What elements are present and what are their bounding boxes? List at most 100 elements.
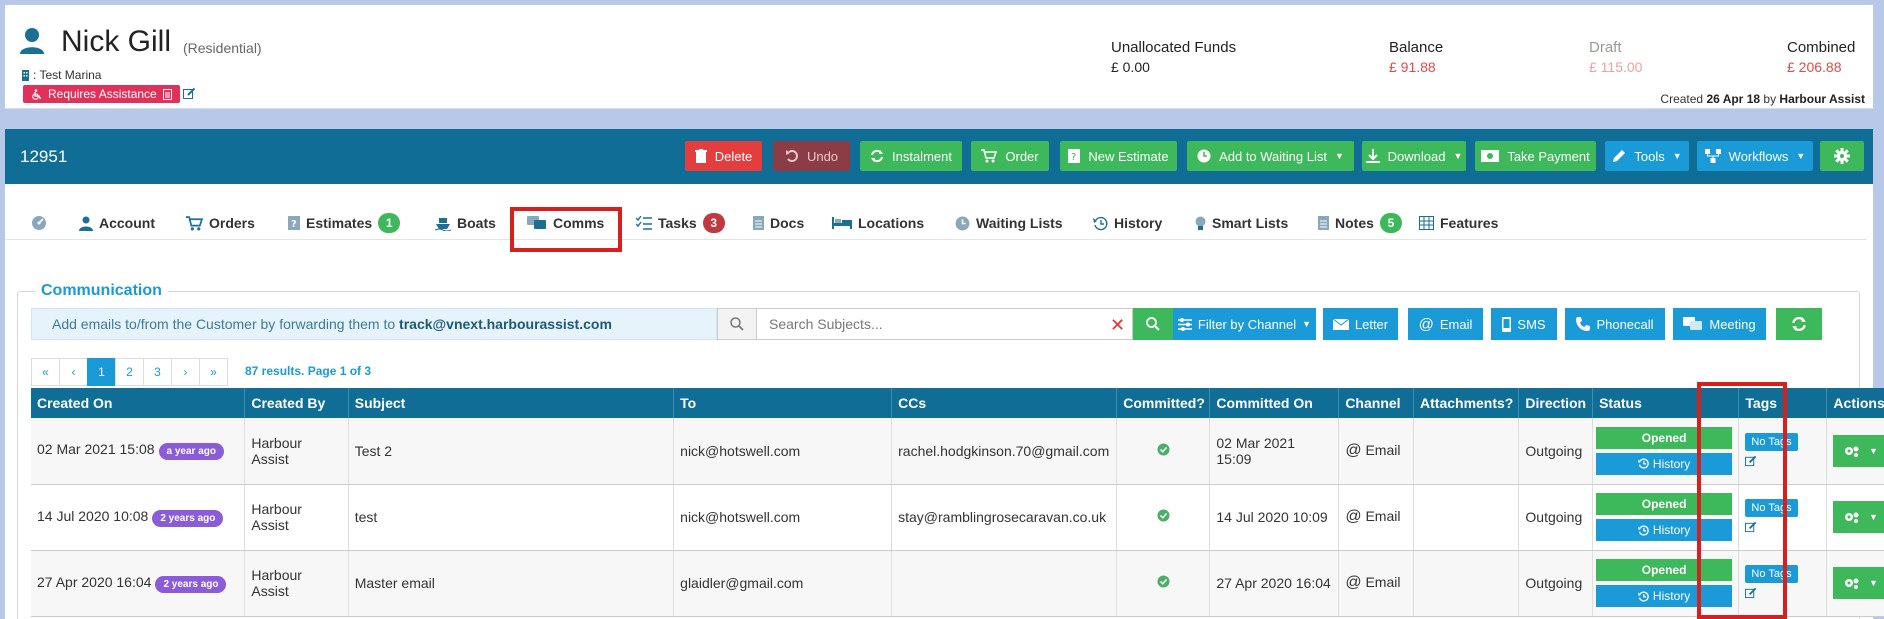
filter-by-channel-button[interactable]: Filter by Channel ▼ [1173, 308, 1316, 340]
cell-created-on: 27 Apr 2020 16:04 2 years ago [31, 550, 246, 617]
meeting-button[interactable]: Meeting [1673, 308, 1766, 340]
tab-label: Orders [209, 215, 255, 231]
requires-assistance-badge[interactable]: Requires Assistance [23, 85, 180, 103]
tab-label: History [1114, 215, 1163, 231]
tab-dashboard[interactable] [31, 210, 47, 236]
order-button[interactable]: Order [971, 141, 1049, 171]
tab-boats[interactable]: Boats [435, 210, 496, 236]
tab-features[interactable]: Features [1419, 210, 1498, 236]
new-estimate-button[interactable]: ? New Estimate [1060, 141, 1177, 171]
tab-waiting-lists[interactable]: Waiting Lists [955, 210, 1063, 236]
row-actions-button[interactable]: ▼ [1833, 567, 1884, 599]
table-row[interactable]: 14 Jul 2020 10:08 2 years ago Harbour Ass… [31, 484, 1884, 551]
table-row[interactable]: 27 Apr 2020 16:04 2 years ago Harbour Ass… [31, 550, 1884, 617]
balance-label: Balance [1389, 39, 1444, 56]
last-page-button[interactable]: » [199, 358, 228, 386]
pagination: « ‹ 1 2 3 › » [31, 358, 228, 386]
col-committed[interactable]: Committed? [1116, 388, 1211, 418]
lightbulb-icon [1195, 216, 1206, 230]
prev-page-button[interactable]: ‹ [59, 358, 88, 386]
history-label: History [1652, 589, 1691, 603]
tab-history[interactable]: History [1093, 210, 1162, 236]
unallocated-label: Unallocated Funds [1111, 39, 1237, 56]
page-3-button[interactable]: 3 [143, 358, 172, 386]
communications-table: Created On Created By Subject To CCs Com… [31, 388, 1884, 617]
unallocated-value: £ 0.00 [1111, 59, 1150, 75]
sms-button[interactable]: SMS [1491, 308, 1557, 340]
search-button[interactable] [1133, 308, 1173, 340]
cell-created-on: 02 Mar 2021 15:08 a year ago [31, 418, 246, 485]
cell-to: nick@hotswell.com [673, 418, 893, 485]
email-label: Email [1439, 316, 1473, 332]
email-button[interactable]: @ Email [1408, 308, 1483, 340]
table-row[interactable]: 02 Mar 2021 15:08 a year ago Harbour Assi… [31, 418, 1884, 485]
settings-button[interactable] [1820, 141, 1864, 171]
col-created-by[interactable]: Created By [244, 388, 349, 418]
cell-created-by: Harbour Assist [244, 484, 349, 551]
page-2-button[interactable]: 2 [115, 358, 144, 386]
col-subject[interactable]: Subject [348, 388, 675, 418]
tab-account[interactable]: Account [79, 210, 155, 236]
col-committed-on[interactable]: Committed On [1209, 388, 1340, 418]
created-prefix: Created [1660, 92, 1704, 106]
page-1-button[interactable]: 1 [87, 358, 116, 386]
refresh-button[interactable] [1776, 308, 1822, 340]
row-actions-button[interactable]: ▼ [1833, 434, 1884, 467]
tab-locations[interactable]: Locations [832, 210, 924, 236]
next-page-button[interactable]: › [171, 358, 200, 386]
tab-estimates[interactable]: ? Estimates 1 [288, 210, 401, 236]
cart-icon [186, 215, 203, 230]
letter-button[interactable]: Letter [1323, 308, 1398, 340]
delete-button[interactable]: Delete [685, 141, 762, 171]
clock-icon [1197, 149, 1211, 163]
meeting-label: Meeting [1709, 316, 1756, 332]
tab-smart-lists[interactable]: Smart Lists [1195, 210, 1288, 236]
forwarding-text: Add emails to/from the Customer by forwa… [52, 316, 400, 332]
edit-icon[interactable] [183, 87, 196, 100]
cell-committed [1116, 550, 1211, 617]
tools-button[interactable]: Tools ▼ [1605, 141, 1689, 171]
tab-label: Locations [858, 215, 925, 231]
download-label: Download [1387, 148, 1446, 164]
cell-ccs: rachel.hodgkinson.70@gmail.com [891, 418, 1118, 485]
waiting-list-label: Add to Waiting List [1219, 148, 1327, 164]
instalment-button[interactable]: Instalment [860, 141, 962, 171]
first-page-button[interactable]: « [31, 358, 60, 386]
order-label: Order [1005, 148, 1039, 164]
col-direction[interactable]: Direction [1518, 388, 1594, 418]
row-actions-button[interactable]: ▼ [1833, 501, 1884, 533]
tab-orders[interactable]: Orders [186, 210, 255, 236]
tab-label: Docs [770, 215, 805, 231]
cell-direction: Outgoing [1518, 550, 1594, 617]
col-attachments[interactable]: Attachments? [1413, 388, 1520, 418]
cell-committed-on: 14 Jul 2020 10:09 [1209, 484, 1340, 551]
tab-docs[interactable]: Docs [753, 210, 804, 236]
undo-button[interactable]: Undo [773, 141, 850, 171]
col-channel[interactable]: Channel [1338, 388, 1415, 418]
phonecall-button[interactable]: Phonecall [1565, 308, 1665, 340]
col-created-on[interactable]: Created On [31, 388, 246, 418]
cell-subject[interactable]: test [348, 484, 675, 551]
search-subjects-input[interactable] [757, 308, 1133, 340]
history-icon [1093, 216, 1108, 230]
tab-tasks[interactable]: Tasks 3 [636, 210, 725, 236]
at-icon: @ [1418, 315, 1434, 333]
take-payment-button[interactable]: Take Payment [1475, 141, 1596, 171]
tab-notes[interactable]: Notes 5 [1318, 210, 1402, 236]
add-to-waiting-list-button[interactable]: Add to Waiting List ▼ [1187, 141, 1354, 171]
col-to[interactable]: To [673, 388, 893, 418]
cell-attachments [1413, 484, 1520, 551]
workflows-button[interactable]: Workflows ▼ [1697, 141, 1813, 171]
clear-search-icon[interactable]: ✕ [1110, 315, 1125, 336]
building-icon [22, 69, 29, 81]
download-button[interactable]: Download ▼ [1362, 141, 1466, 171]
cell-subject[interactable]: Test 2 [348, 418, 675, 485]
cell-subject[interactable]: Master email [348, 550, 675, 617]
gears-icon [1844, 512, 1859, 523]
account-toolbar: 12951 Delete Undo Instalment Order ? New… [5, 129, 1873, 184]
history-label: History [1652, 456, 1691, 471]
channel-text: Email [1365, 574, 1401, 590]
created-on-text: 02 Mar 2021 15:08 [37, 441, 155, 458]
col-ccs[interactable]: CCs [891, 388, 1118, 418]
customer-header: Nick Gill (Residential) : Test Marina Re… [5, 5, 1873, 109]
